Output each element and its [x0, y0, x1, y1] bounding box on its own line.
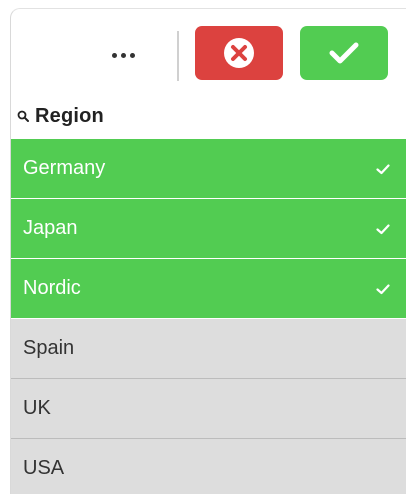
field-title: Region: [35, 104, 104, 127]
list-item-label: Spain: [23, 337, 75, 359]
checkmark-icon: [329, 42, 359, 64]
list-item-label: Japan: [23, 217, 78, 239]
confirm-selection-button[interactable]: [300, 26, 388, 80]
list-item-label: Nordic: [23, 277, 81, 299]
value-list: Germany Japan Nordic Spain UK USA: [11, 139, 406, 494]
selected-check-icon: [376, 223, 390, 234]
list-item[interactable]: Germany: [11, 139, 406, 199]
list-item-label: UK: [23, 397, 51, 419]
selected-check-icon: [376, 163, 390, 174]
selected-check-icon: [376, 283, 390, 294]
list-item[interactable]: Spain: [11, 319, 406, 379]
list-item-label: USA: [23, 457, 65, 479]
selection-toolbar: [11, 9, 406, 93]
listbox-search-header[interactable]: Region: [11, 93, 406, 139]
more-options-button[interactable]: [101, 37, 145, 73]
list-item-label: Germany: [23, 157, 106, 179]
list-item[interactable]: Japan: [11, 199, 406, 259]
list-item[interactable]: Nordic: [11, 259, 406, 319]
cancel-selection-button[interactable]: [195, 26, 283, 80]
more-horizontal-icon: [111, 52, 135, 58]
selection-listbox: Region Germany Japan Nordic Spain UK USA: [10, 8, 406, 494]
close-circle-icon: [224, 38, 254, 68]
list-item[interactable]: USA: [11, 439, 406, 494]
list-item[interactable]: UK: [11, 379, 406, 439]
toolbar-divider: [177, 31, 179, 81]
search-icon: [17, 110, 29, 122]
